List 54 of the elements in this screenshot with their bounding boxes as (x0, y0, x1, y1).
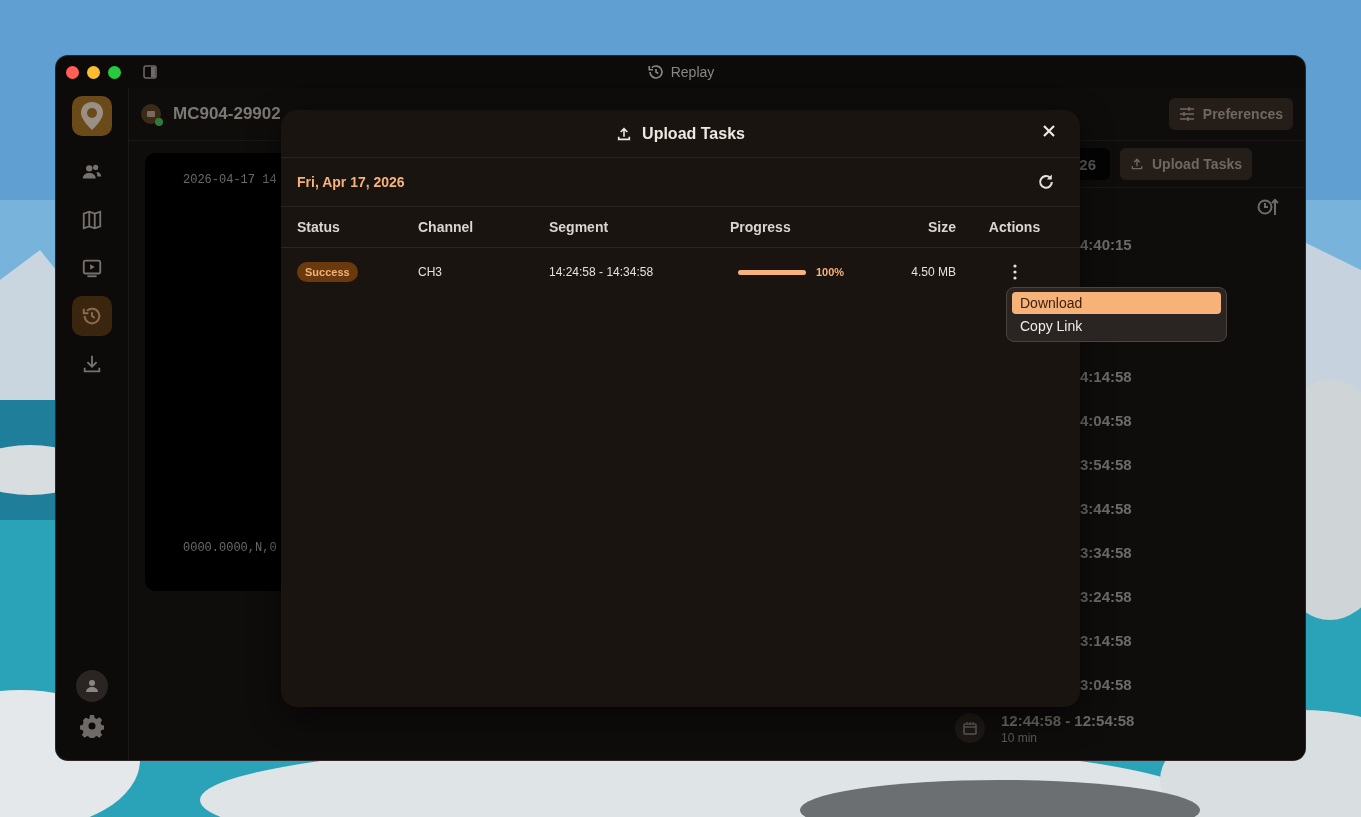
zoom-window-button[interactable] (108, 65, 121, 79)
segment-time[interactable]: 4:14:58 (1080, 367, 1132, 385)
window-title: Replay (670, 64, 715, 80)
column-header: Actions (987, 219, 1042, 235)
segment-time[interactable]: 12:44:58 - 12:54:58 (1001, 711, 1135, 729)
menu-item[interactable]: Download (1012, 292, 1221, 314)
upload-icon (1130, 157, 1144, 171)
segment-duration: 10 min (1001, 730, 1039, 745)
upload-tasks-button[interactable]: Upload Tasks (1120, 148, 1252, 180)
segment-time[interactable]: 3:24:58 (1080, 587, 1132, 605)
sidebar-item[interactable] (72, 296, 112, 336)
video-timestamp: 2026-04-17 14 (183, 173, 277, 187)
user-avatar[interactable] (76, 670, 108, 702)
channel-cell-text: CH3 (418, 265, 443, 279)
column-header: Channel (418, 219, 475, 235)
segment-time[interactable]: 4:40:15 (1080, 235, 1132, 253)
segment-time[interactable]: 3:54:58 (1080, 455, 1132, 473)
column-header: Size (927, 219, 957, 235)
dialog-title: Upload Tasks (642, 124, 745, 143)
history-icon (646, 63, 665, 81)
segment-time[interactable]: 3:34:58 (1080, 543, 1132, 561)
sort-icon[interactable] (1257, 198, 1279, 216)
sidebar-toggle-icon[interactable] (143, 65, 157, 79)
status-badge: Success (297, 262, 358, 282)
close-button[interactable] (1042, 124, 1056, 138)
close-window-button[interactable] (66, 65, 79, 79)
device-status-icon (141, 104, 161, 124)
progress-bar (738, 269, 806, 275)
map-icon (81, 209, 103, 231)
progress-percent: 100% (816, 266, 845, 278)
clip-icon (955, 713, 985, 743)
column-header: Status (297, 219, 341, 235)
refresh-button[interactable] (1036, 172, 1056, 192)
preferences-button[interactable]: Preferences (1168, 98, 1293, 130)
download-icon (81, 353, 103, 375)
segment-time[interactable]: 3:44:58 (1080, 499, 1132, 517)
app-logo[interactable] (72, 96, 112, 136)
segment-time[interactable]: 3:04:58 (1080, 675, 1132, 693)
play-icon (81, 257, 103, 279)
segment-time[interactable]: 3:14:58 (1080, 631, 1132, 649)
device-title: MC904-29902 (173, 104, 281, 124)
segment-time[interactable]: 4:04:58 (1080, 411, 1132, 429)
video-coordinates: 0000.0000,N,0 (183, 541, 277, 555)
menu-item[interactable]: Copy Link (1012, 315, 1221, 337)
task-date: Fri, Apr 17, 2026 (297, 174, 405, 190)
column-header: Segment (549, 219, 610, 235)
sliders-icon (1178, 106, 1195, 122)
column-header: Progress (730, 219, 792, 235)
history-icon (81, 305, 103, 327)
size-cell-text: 4.50 MB (910, 265, 957, 279)
segment-cell-text: 14:24:58 - 14:34:58 (549, 265, 655, 279)
minimize-window-button[interactable] (87, 65, 100, 79)
upload-icon (616, 125, 633, 142)
settings-icon[interactable] (80, 714, 104, 738)
